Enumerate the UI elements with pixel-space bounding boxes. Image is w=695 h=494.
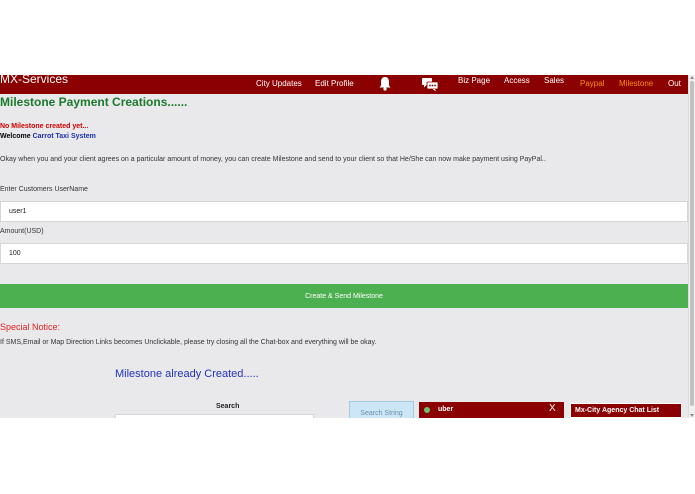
- close-icon[interactable]: X: [549, 403, 556, 414]
- username-input[interactable]: [0, 201, 688, 222]
- nav-access[interactable]: Access: [504, 76, 530, 85]
- search-label: Search: [216, 403, 240, 410]
- welcome-prefix: Welcome: [0, 133, 31, 140]
- online-status-icon: [424, 407, 430, 413]
- special-notice-text: If SMS,Email or Map Direction Links beco…: [0, 339, 377, 346]
- amount-input[interactable]: [0, 243, 688, 264]
- milestone-description: Okay when you and your client agrees on …: [0, 156, 546, 163]
- scrollbar-thumb[interactable]: [690, 81, 694, 406]
- top-navbar: MX-Services City Updates Edit Profile Bi…: [0, 75, 688, 94]
- page-viewport: MX-Services City Updates Edit Profile Bi…: [0, 75, 688, 418]
- welcome-line: Welcome Carrot Taxi System: [0, 133, 96, 140]
- chat-box-name: uber: [438, 406, 454, 413]
- nav-sales[interactable]: Sales: [544, 76, 564, 85]
- search-input[interactable]: [115, 414, 314, 418]
- search-string-button[interactable]: Search String: [349, 401, 414, 418]
- scroll-up-arrow-icon[interactable]: [689, 75, 695, 80]
- brand-logo-text[interactable]: MX-Services: [0, 75, 68, 86]
- agency-chat-list-title: Mx-City Agency Chat List: [575, 407, 660, 414]
- page-title: Milestone Payment Creations......: [0, 95, 188, 109]
- no-milestone-alert: No Milestone created yet...: [0, 123, 89, 130]
- nav-milestone[interactable]: Milestone: [619, 79, 653, 88]
- company-name: Carrot Taxi System: [32, 133, 96, 140]
- amount-label: Amount(USD): [0, 228, 44, 235]
- agency-chat-list-button[interactable]: Mx-City Agency Chat List: [570, 403, 682, 418]
- create-send-milestone-button[interactable]: Create & Send Milestone: [0, 284, 688, 308]
- scroll-down-arrow-icon[interactable]: [689, 413, 695, 418]
- milestone-created-heading: Milestone already Created.....: [115, 368, 259, 380]
- special-notice-title: Special Notice:: [0, 322, 61, 332]
- nav-edit-profile[interactable]: Edit Profile: [315, 79, 354, 88]
- nav-paypal[interactable]: Paypal: [580, 79, 604, 88]
- bell-icon[interactable]: [378, 76, 392, 91]
- nav-city-updates[interactable]: City Updates: [256, 79, 302, 88]
- chat-box-header[interactable]: uber X: [419, 402, 564, 418]
- nav-out[interactable]: Out: [668, 79, 681, 88]
- username-label: Enter Customers UserName: [0, 186, 88, 193]
- nav-biz-page[interactable]: Biz Page: [458, 76, 490, 85]
- vertical-scrollbar[interactable]: [688, 75, 695, 418]
- chat-icon[interactable]: [421, 77, 439, 92]
